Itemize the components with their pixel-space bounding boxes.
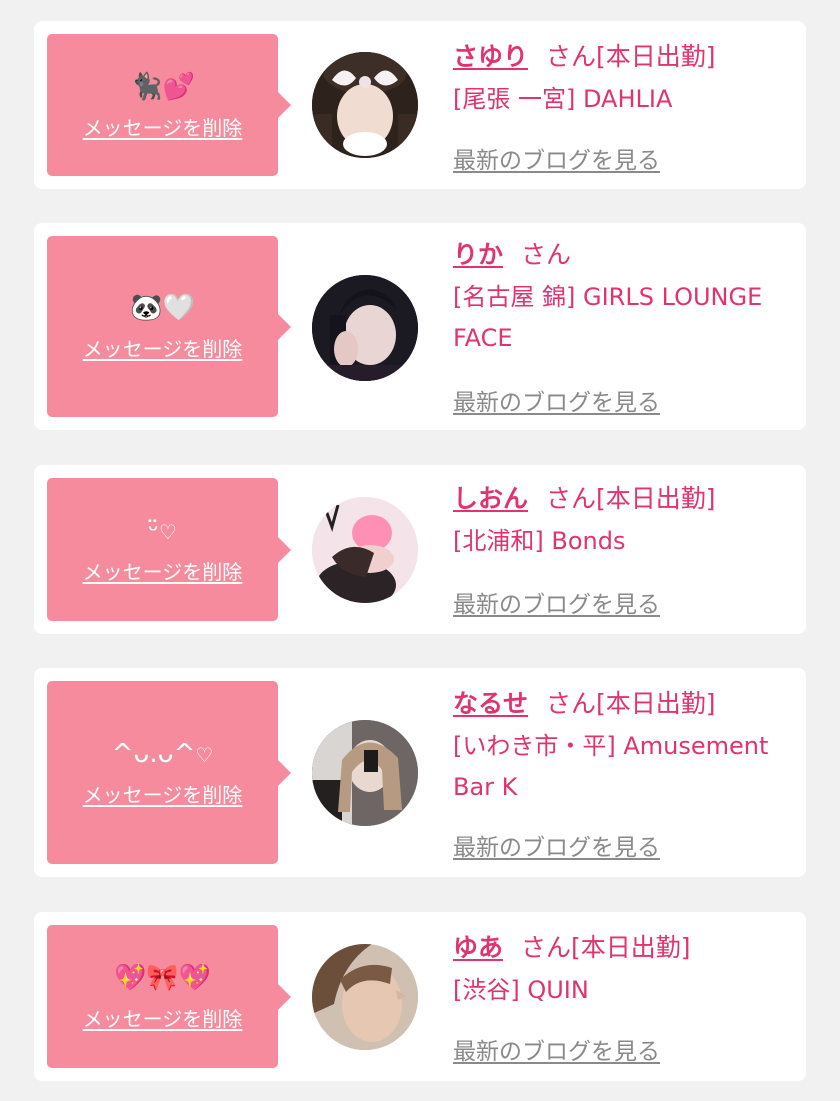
name-line: しおん さん[本日出勤]	[453, 477, 796, 521]
delete-message-button[interactable]: メッセージを削除	[83, 333, 243, 362]
girl-info: りか さん [名古屋 錦] GIRLS LOUNGE FACE	[453, 233, 796, 359]
message-bubble: ᵕ̈♡ メッセージを削除	[47, 478, 291, 621]
avatar[interactable]	[312, 720, 418, 826]
kaomoji-icon: ^ᴗ.ᴗ^	[111, 739, 196, 769]
girl-name-link[interactable]: さゆり	[453, 42, 528, 71]
hearts-icon: 💕	[162, 71, 195, 102]
san-suffix: さん	[521, 933, 572, 962]
san-suffix: さん	[546, 689, 597, 718]
latest-blog-link[interactable]: 最新のブログを見る	[453, 585, 660, 619]
avatar-image	[312, 944, 418, 1050]
latest-blog-link[interactable]: 最新のブログを見る	[453, 141, 660, 175]
message-emoji: 🐼🤍	[130, 291, 195, 325]
sparkling-heart-icon: 💖	[113, 963, 147, 993]
panda-icon: 🐼	[130, 293, 163, 323]
san-suffix: さん	[546, 42, 597, 71]
list-item: ᵕ̈♡ メッセージを削除 しおん さん[本日出勤] [北浦和] Bonds 最新の…	[34, 465, 806, 634]
list-item: 🐼🤍 メッセージを削除 りか さん [名古屋 錦] GIRLS LOUNGE FA…	[34, 223, 806, 430]
girl-info: さゆり さん[本日出勤] [尾張 一宮] DAHLIA	[453, 35, 796, 120]
delete-message-button[interactable]: メッセージを削除	[83, 779, 243, 808]
san-suffix: さん	[546, 484, 597, 513]
message-bubble: 💖🎀💖 メッセージを削除	[47, 925, 291, 1068]
avatar-image	[312, 497, 418, 603]
latest-blog-link[interactable]: 最新のブログを見る	[453, 828, 660, 862]
list-item: ^ᴗ.ᴗ^♡ メッセージを削除 なるせ さん[本日出勤] [いわき市・平] Amu…	[34, 668, 806, 877]
latest-blog-link[interactable]: 最新のブログを見る	[453, 383, 660, 417]
delete-message-button[interactable]: メッセージを削除	[83, 556, 243, 585]
list-item: 💖🎀💖 メッセージを削除 ゆあ さん[本日出勤] [渋谷] QUIN 最新のブログ…	[34, 912, 806, 1081]
message-list: 🐈‍⬛💕 メッセージを削除 さゆり さん[本日出勤] [尾張 一宮] DAHLIA…	[0, 0, 840, 1101]
avatar[interactable]	[312, 497, 418, 603]
status-badge: [本日出勤]	[596, 42, 716, 71]
message-bubble: 🐼🤍 メッセージを削除	[47, 236, 291, 417]
status-badge: [本日出勤]	[571, 933, 691, 962]
girl-name-link[interactable]: しおん	[453, 484, 528, 513]
message-bubble: ^ᴗ.ᴗ^♡ メッセージを削除	[47, 681, 291, 864]
delete-message-button[interactable]: メッセージを削除	[83, 112, 243, 141]
sparkling-heart-icon: 💖	[178, 963, 212, 993]
cat-icon: 🐈‍⬛	[130, 71, 163, 102]
latest-blog-link[interactable]: 最新のブログを見る	[453, 1032, 660, 1066]
name-line: なるせ さん[本日出勤]	[453, 682, 796, 726]
girl-info: しおん さん[本日出勤] [北浦和] Bonds	[453, 477, 796, 562]
name-line: さゆり さん[本日出勤]	[453, 35, 796, 79]
message-bubble: 🐈‍⬛💕 メッセージを削除	[47, 34, 291, 176]
name-line: ゆあ さん[本日出勤]	[453, 926, 796, 970]
name-line: りか さん	[453, 233, 796, 277]
shop-name: [いわき市・平] Amusement Bar K	[453, 732, 769, 801]
message-emoji: 💖🎀💖	[114, 961, 211, 995]
list-item: 🐈‍⬛💕 メッセージを削除 さゆり さん[本日出勤] [尾張 一宮] DAHLIA…	[34, 21, 806, 189]
message-emoji: ^ᴗ.ᴗ^♡	[112, 737, 214, 771]
shop-name: [渋谷] QUIN	[453, 976, 589, 1004]
shop-name: [名古屋 錦] GIRLS LOUNGE FACE	[453, 283, 763, 352]
status-badge: [本日出勤]	[596, 484, 716, 513]
message-emoji: ᵕ̈♡	[148, 514, 177, 548]
avatar-image	[312, 52, 418, 158]
heart-outline-icon: ♡	[158, 520, 177, 544]
shop-name: [北浦和] Bonds	[453, 527, 626, 555]
girl-name-link[interactable]: ゆあ	[453, 933, 503, 962]
avatar[interactable]	[312, 944, 418, 1050]
avatar[interactable]	[312, 52, 418, 158]
ribbon-icon: 🎀	[146, 963, 179, 993]
girl-name-link[interactable]: なるせ	[453, 689, 528, 718]
avatar[interactable]	[312, 275, 418, 381]
white-heart-icon: 🤍	[162, 293, 195, 323]
girl-info: なるせ さん[本日出勤] [いわき市・平] Amusement Bar K	[453, 682, 796, 808]
status-badge: [本日出勤]	[596, 689, 716, 718]
girl-name-link[interactable]: りか	[453, 240, 503, 269]
message-emoji: 🐈‍⬛💕	[130, 70, 195, 104]
avatar-image	[312, 720, 418, 826]
san-suffix: さん	[521, 240, 572, 269]
avatar-image	[312, 275, 418, 381]
girl-info: ゆあ さん[本日出勤] [渋谷] QUIN	[453, 926, 796, 1011]
heart-outline-icon: ♡	[195, 743, 214, 767]
smile-icon: ᵕ̈	[148, 516, 159, 546]
shop-name: [尾張 一宮] DAHLIA	[453, 85, 673, 113]
delete-message-button[interactable]: メッセージを削除	[83, 1003, 243, 1032]
